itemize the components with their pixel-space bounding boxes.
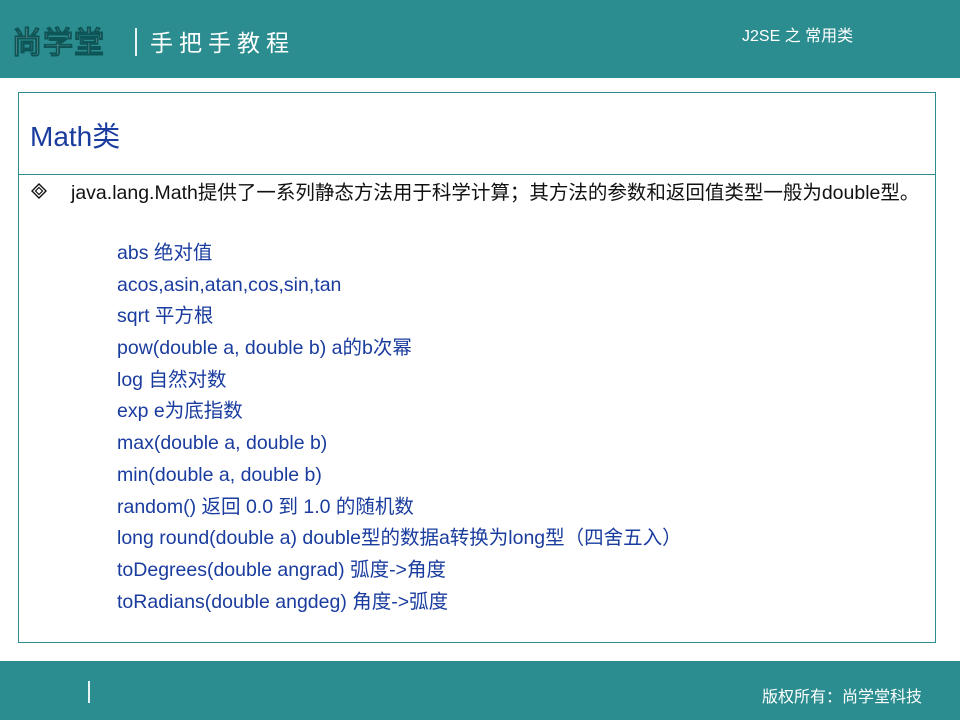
list-item: min(double a, double b) xyxy=(117,463,322,486)
title-area: Math类 xyxy=(19,93,935,175)
list-item: toRadians(double angdeg) 角度->弧度 xyxy=(117,590,449,613)
header-subtitle: 手把手教程 xyxy=(150,31,295,57)
list-item: log 自然对数 xyxy=(117,368,227,391)
footer-bar: 版权所有：尚学堂科技 xyxy=(0,661,960,720)
lead-paragraph: java.lang.Math提供了一系列静态方法用于科学计算；其方法的参数和返回… xyxy=(71,182,920,204)
list-item: exp e为底指数 xyxy=(117,400,243,423)
header-bar: 尚学堂 手把手教程 J2SE 之 常用类 xyxy=(0,0,960,78)
list-item: toDegrees(double angrad) 弧度->角度 xyxy=(117,558,446,581)
slide-frame: Math类 java.lang.Math提供了一系列静态方法用于科学计算；其方法… xyxy=(18,92,936,643)
list-item: long round(double a) double型的数据a转换为long型… xyxy=(117,527,682,550)
method-list: abs 绝对值 acos,asin,atan,cos,sin,tan sqrt … xyxy=(117,238,682,618)
header-divider xyxy=(135,28,137,56)
list-item: sqrt 平方根 xyxy=(117,305,214,328)
list-item: acos,asin,atan,cos,sin,tan xyxy=(117,273,342,296)
slide-title: Math类 xyxy=(30,121,121,152)
footer-divider xyxy=(88,681,90,703)
copyright-text: 版权所有：尚学堂科技 xyxy=(761,687,922,706)
list-item: max(double a, double b) xyxy=(117,432,328,455)
logo: 尚学堂 xyxy=(12,26,105,62)
diamond-bullet-icon xyxy=(31,183,47,199)
course-title: J2SE 之 常用类 xyxy=(742,28,854,45)
list-item: pow(double a, double b) a的b次幂 xyxy=(117,337,412,360)
list-item: random() 返回 0.0 到 1.0 的随机数 xyxy=(117,495,414,518)
list-item: abs 绝对值 xyxy=(117,242,213,264)
